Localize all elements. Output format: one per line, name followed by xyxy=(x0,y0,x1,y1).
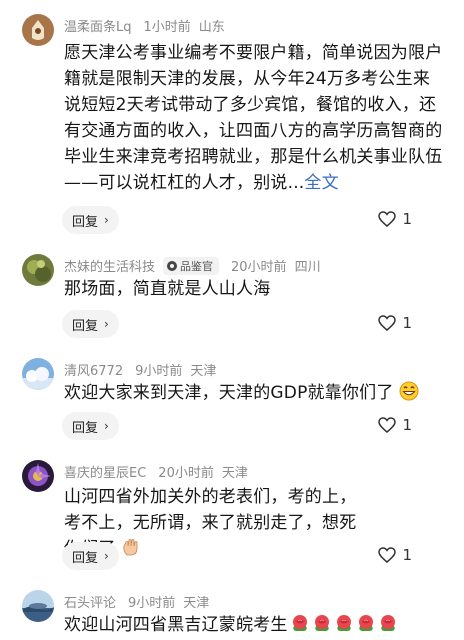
chevron-right-icon: › xyxy=(104,549,109,563)
timestamp: 9小时前 xyxy=(128,596,176,611)
rose-emoji-row xyxy=(288,615,398,635)
like-button[interactable]: 1 xyxy=(378,314,412,332)
chevron-right-icon: › xyxy=(104,317,109,331)
like-button[interactable]: 1 xyxy=(378,546,412,564)
heart-icon xyxy=(378,417,397,433)
location: 天津 xyxy=(183,596,210,611)
avatar[interactable] xyxy=(22,14,54,46)
avatar[interactable] xyxy=(22,590,54,622)
username[interactable]: 石头评论 xyxy=(64,592,116,611)
comment-text: 那场面，简直就是人山人海 xyxy=(64,279,271,299)
location: 四川 xyxy=(294,260,321,275)
comment-meta: 喜庆的星辰EC 20小时前 天津 xyxy=(64,462,248,481)
rose-emoji xyxy=(358,615,373,631)
like-button[interactable]: 1 xyxy=(378,416,412,434)
reply-button[interactable]: 回复 › xyxy=(62,542,119,570)
username[interactable]: 清风6772 xyxy=(64,360,123,379)
comment-meta: 石头评论 9小时前 天津 xyxy=(64,592,209,611)
like-count: 1 xyxy=(402,416,412,434)
avatar[interactable] xyxy=(22,460,54,492)
timestamp: 20小时前 xyxy=(158,466,214,481)
reply-label: 回复 xyxy=(72,318,99,334)
reply-label: 回复 xyxy=(72,550,99,566)
chevron-right-icon: › xyxy=(104,419,109,433)
comment-text: 欢迎大家来到天津，天津的GDP就靠你们了 xyxy=(64,380,446,406)
comment-text: 欢迎山河四省黑吉辽蒙皖考生 xyxy=(64,612,464,638)
comment-meta: 温柔面条Lq 1小时前 山东 xyxy=(64,16,225,35)
comment-meta: 杰妹的生活科技 品鉴官 20小时前 四川 xyxy=(64,256,321,275)
rose-emoji xyxy=(292,615,307,631)
heart-icon xyxy=(378,547,397,563)
like-count: 1 xyxy=(402,546,412,564)
location: 天津 xyxy=(221,466,248,481)
comment-text: 愿天津公考事业编考不要限户籍，简单说因为限户籍就是限制天津的发展，从今年24万多… xyxy=(64,40,446,196)
user-badge: 品鉴官 xyxy=(163,256,220,275)
reply-button[interactable]: 回复 › xyxy=(62,206,119,234)
avatar[interactable] xyxy=(22,358,54,390)
heart-icon xyxy=(378,211,397,227)
heart-icon xyxy=(378,315,397,331)
comment-body: 愿天津公考事业编考不要限户籍，简单说因为限户籍就是限制天津的发展，从今年24万多… xyxy=(64,43,443,193)
reply-label: 回复 xyxy=(72,214,99,230)
waving-hand-emoji xyxy=(123,539,138,556)
comment-body: 欢迎山河四省黑吉辽蒙皖考生 xyxy=(64,615,288,635)
badge-label: 品鉴官 xyxy=(180,259,214,273)
username[interactable]: 杰妹的生活科技 xyxy=(64,256,155,275)
reply-label: 回复 xyxy=(72,420,99,436)
location: 天津 xyxy=(190,364,217,379)
badge-icon xyxy=(167,260,178,271)
timestamp: 1小时前 xyxy=(143,20,191,35)
reply-button[interactable]: 回复 › xyxy=(62,310,119,338)
username[interactable]: 温柔面条Lq xyxy=(64,16,132,35)
like-count: 1 xyxy=(402,314,412,332)
avatar[interactable] xyxy=(22,254,54,286)
comment-meta: 清风6772 9小时前 天津 xyxy=(64,360,216,379)
rose-emoji xyxy=(336,615,351,631)
timestamp: 20小时前 xyxy=(231,260,287,275)
rose-emoji xyxy=(380,615,395,631)
like-count: 1 xyxy=(402,210,412,228)
expand-full-text-link[interactable]: 全文 xyxy=(304,173,338,193)
rose-emoji xyxy=(314,615,329,631)
comment-body: 欢迎大家来到天津，天津的GDP就靠你们了 xyxy=(64,383,394,403)
like-button[interactable]: 1 xyxy=(378,210,412,228)
chevron-right-icon: › xyxy=(104,213,109,227)
reply-button[interactable]: 回复 › xyxy=(62,412,119,440)
grinning-face-emoji xyxy=(399,381,419,401)
username[interactable]: 喜庆的星辰EC xyxy=(64,462,146,481)
timestamp: 9小时前 xyxy=(135,364,183,379)
location: 山东 xyxy=(198,20,225,35)
